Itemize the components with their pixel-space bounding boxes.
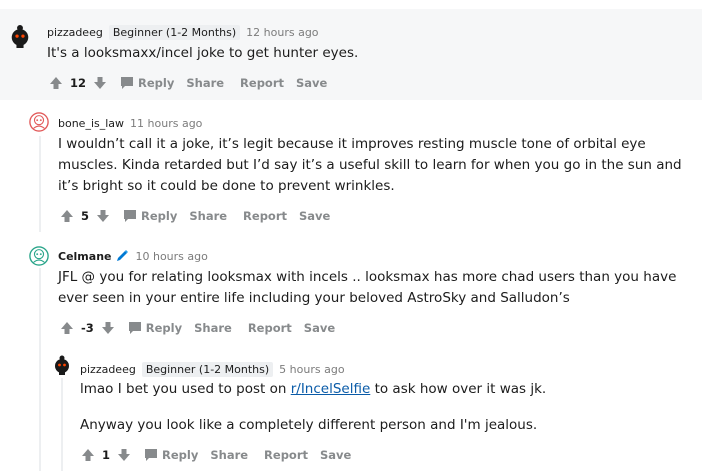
subreddit-link[interactable]: r/IncelSelfie [291,381,371,397]
comment-timestamp[interactable]: 12 hours ago [246,26,318,39]
report-button[interactable]: Report [243,209,287,223]
upvote-icon[interactable] [59,320,75,336]
share-button[interactable]: Share [189,209,227,223]
comment-pizzadeeg-1: pizzadeeg Beginner (1-2 Months) 12 hours… [0,9,702,100]
comment-pizzadeeg-2: pizzadeeg Beginner (1-2 Months) 5 hours … [0,350,702,471]
reply-label: Reply [141,209,178,223]
avatar[interactable] [29,246,49,266]
comment-author[interactable]: Celmane [58,250,111,263]
reply-button[interactable]: Reply [144,448,198,462]
report-button[interactable]: Report [248,321,292,335]
comment-author[interactable]: pizzadeeg [47,26,103,39]
share-button[interactable]: Share [186,76,224,90]
comment-body: lmao I bet you used to post on r/IncelSe… [80,379,690,436]
text-segment: lmao I bet you used to post on [80,381,291,397]
reply-button[interactable]: Reply [120,76,174,90]
vote-score: 5 [81,209,90,223]
share-button[interactable]: Share [194,321,232,335]
vote-score: 1 [102,448,111,462]
downvote-icon[interactable] [95,208,111,224]
downvote-icon[interactable] [92,75,108,91]
avatar[interactable] [51,353,73,375]
comment-author[interactable]: bone_is_law [58,117,124,130]
user-flair: Beginner (1-2 Months) [141,361,274,377]
comment-timestamp[interactable]: 10 hours ago [135,250,207,263]
comment-body: It's a looksmaxx/incel joke to get hunte… [47,43,687,64]
comment-celmane: Celmane 10 hours ago JFL @ you for relat… [0,240,702,350]
comment-text: lmao I bet you used to post on r/IncelSe… [80,379,690,400]
report-button[interactable]: Report [264,448,308,462]
comment-text: Anyway you look like a completely differ… [80,417,538,433]
share-button[interactable]: Share [210,448,248,462]
save-button[interactable]: Save [304,321,335,335]
comment-icon [128,322,141,334]
comment-body: JFL @ you for relating looksmax with inc… [58,267,698,309]
avatar[interactable] [29,112,49,132]
reply-button[interactable]: Reply [123,209,177,223]
downvote-icon[interactable] [100,320,116,336]
comment-timestamp[interactable]: 11 hours ago [130,117,202,130]
comment-icon [121,77,134,89]
comment-icon [145,449,158,461]
text-segment: to ask how over it was jk. [370,381,547,397]
save-button[interactable]: Save [320,448,351,462]
comment-author[interactable]: pizzadeeg [80,363,136,376]
upvote-icon[interactable] [59,208,75,224]
vote-score: 12 [70,76,87,90]
pencil-icon [117,250,129,261]
reply-label: Reply [162,448,199,462]
reply-label: Reply [138,76,175,90]
comment-body: I wouldn’t call it a joke, it’s legit be… [58,134,698,197]
vote-score: -3 [81,321,94,335]
comment-text: JFL @ you for relating looksmax with inc… [58,269,677,306]
avatar[interactable] [7,22,33,48]
reply-button[interactable]: Reply [128,321,182,335]
comment-bone-is-law: bone_is_law 11 hours ago I wouldn’t call… [0,100,702,240]
upvote-icon[interactable] [80,447,96,463]
report-button[interactable]: Report [240,76,284,90]
comment-text: I wouldn’t call it a joke, it’s legit be… [58,136,682,194]
reply-label: Reply [145,321,183,335]
comment-icon [124,210,137,222]
save-button[interactable]: Save [299,209,330,223]
downvote-icon[interactable] [116,447,132,463]
user-flair: Beginner (1-2 Months) [108,24,241,40]
comment-text: It's a looksmaxx/incel joke to get hunte… [47,45,359,61]
save-button[interactable]: Save [296,76,327,90]
upvote-icon[interactable] [48,75,64,91]
comment-timestamp[interactable]: 5 hours ago [279,363,344,376]
